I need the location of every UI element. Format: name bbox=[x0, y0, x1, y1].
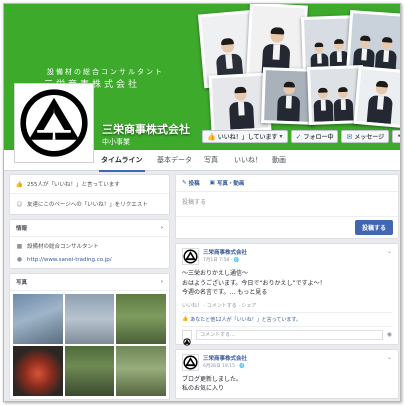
post-timestamp[interactable]: 7月1日 7:58 · 🌐 bbox=[203, 257, 247, 263]
briefcase-icon: ■ bbox=[16, 242, 23, 250]
sanei-logo bbox=[20, 89, 88, 157]
globe-icon: 🌐 bbox=[233, 258, 240, 263]
post-card: 三栄商事株式会社 7月1日 7:58 · 🌐 ⌄ ～三栄おりかえし通信～ おはよ… bbox=[175, 243, 399, 346]
left-column: 👍 255人が「いいね！」と言っています ☺ 友達にこのページへの「いいね！」を… bbox=[9, 174, 170, 401]
page-category[interactable]: 中小事業 bbox=[102, 137, 130, 147]
following-button[interactable]: ✓ フォロー中 bbox=[290, 130, 339, 143]
chevron-right-icon: › bbox=[160, 279, 163, 285]
photo-thumb[interactable] bbox=[64, 346, 115, 396]
tab-timeline[interactable]: タイムライン bbox=[99, 155, 145, 172]
tab-photos[interactable]: 写真 bbox=[204, 155, 218, 165]
more-icon: ••• bbox=[397, 133, 401, 140]
chevron-down-icon: ▾ bbox=[279, 133, 283, 140]
invite-friends-text: 友達にこのページへの「いいね！」をリクエスト bbox=[27, 202, 148, 208]
post-header: 三栄商事株式会社 6月26日 19:15 · 🌐 ⌄ bbox=[182, 353, 392, 371]
cover-photo-woman bbox=[353, 65, 400, 129]
invite-icon: ☺ bbox=[16, 200, 23, 208]
post-author[interactable]: 三栄商事株式会社 bbox=[203, 248, 247, 256]
check-icon: ✓ bbox=[295, 132, 302, 141]
info-description-row: ■ 設備材の総合コンサルタント bbox=[10, 237, 169, 253]
photo-thumb[interactable] bbox=[116, 346, 166, 396]
chevron-right-icon: › bbox=[160, 225, 163, 231]
message-button-label: メッセージ bbox=[354, 134, 385, 141]
tab-about[interactable]: 基本データ bbox=[157, 155, 192, 165]
camera-icon[interactable]: ◉ bbox=[387, 331, 392, 338]
post-card: 三栄商事株式会社 6月26日 19:15 · 🌐 ⌄ ブログ更新しました。 私の… bbox=[175, 348, 399, 399]
photos-grid bbox=[10, 291, 169, 399]
info-card: 情報 › ■ 設備材の総合コンサルタント ● http://www.sanei-… bbox=[9, 219, 170, 269]
sanei-logo bbox=[183, 337, 191, 346]
post-line[interactable]: 今週の名言です。… もっと見る bbox=[182, 288, 392, 298]
page-frame: 設備材の総合コンサルタント 三栄商事株式会社 中小事業 👍 いいね！」しています… bbox=[3, 3, 401, 402]
composer-tab-post-label: 投稿 bbox=[188, 181, 200, 187]
thumbs-up-icon: 👍 bbox=[207, 132, 216, 141]
globe-icon: 🌐 bbox=[239, 363, 245, 369]
pencil-icon: ✎ bbox=[182, 180, 187, 186]
tab-likes[interactable]: いいね！ bbox=[234, 155, 262, 165]
sanei-logo bbox=[183, 249, 198, 264]
photo-thumb[interactable] bbox=[116, 294, 166, 344]
composer-card: ✎ 投稿 ▣ 写真・動画 投稿する 投稿する bbox=[175, 174, 399, 239]
info-header[interactable]: 情報 › bbox=[10, 220, 169, 237]
composer-footer: 投稿する bbox=[176, 216, 398, 238]
post-line: 私のお気に入り bbox=[182, 385, 225, 392]
post-likes-text: あなたと他12人が「いいね！」と言っています。 bbox=[190, 316, 301, 323]
post-author[interactable]: 三栄商事株式会社 bbox=[203, 354, 247, 362]
like-icon: 👍 bbox=[15, 180, 24, 188]
comment-row: コメントする... ◉ bbox=[182, 327, 392, 346]
photos-header-label: 写真 bbox=[16, 280, 28, 286]
page-title[interactable]: 三栄商事株式会社 bbox=[102, 121, 190, 137]
composer-tabs: ✎ 投稿 ▣ 写真・動画 bbox=[176, 175, 398, 192]
post-author-avatar[interactable] bbox=[182, 248, 199, 265]
tab-videos[interactable]: 動画 bbox=[272, 155, 286, 165]
photos-header[interactable]: 写真 › bbox=[10, 274, 169, 291]
cover-actions: 👍 いいね！」しています ▾ ✓ フォロー中 ✉ メッセージ ••• bbox=[202, 130, 401, 143]
post-line: ブログ更新しました。 bbox=[182, 375, 243, 383]
likes-card: 👍 255人が「いいね！」と言っています ☺ 友達にこのページへの「いいね！」を… bbox=[9, 174, 170, 215]
likes-count-row[interactable]: 👍 255人が「いいね！」と言っています bbox=[10, 175, 169, 194]
photo-thumb[interactable] bbox=[64, 294, 115, 344]
profile-picture[interactable] bbox=[14, 83, 94, 163]
invite-friends-row[interactable]: ☺ 友達にこのページへの「いいね！」をリクエスト bbox=[10, 194, 169, 214]
post-header: 三栄商事株式会社 7月1日 7:58 · 🌐 ⌄ bbox=[182, 248, 392, 265]
photo-thumb[interactable] bbox=[13, 346, 63, 396]
cover-tagline: 設備材の総合コンサルタント bbox=[47, 68, 164, 76]
globe-icon: ● bbox=[16, 256, 23, 263]
photos-card: 写真 › bbox=[9, 273, 170, 400]
post-submit-button[interactable]: 投稿する bbox=[354, 220, 393, 235]
post-author-avatar[interactable] bbox=[182, 353, 199, 371]
post-body: ～三栄おりかえし通信～ おはようございます。今日で“おりかえし”ですよ～！ 今週… bbox=[182, 269, 392, 298]
composer-tab-post[interactable]: ✎ 投稿 bbox=[182, 179, 200, 187]
photo-thumb[interactable] bbox=[13, 294, 63, 344]
sanei-logo bbox=[183, 354, 198, 370]
website-link[interactable]: http://www.sanei-trading.co.jp/ bbox=[27, 257, 112, 263]
likes-count-text: 255人が「いいね！」と言っています bbox=[27, 182, 120, 188]
message-button[interactable]: ✉ メッセージ bbox=[341, 130, 390, 143]
comment-input[interactable]: コメントする... bbox=[196, 329, 383, 340]
post-body: ブログ更新しました。 私のお気に入り bbox=[182, 375, 392, 394]
post-line: おはようございます。今日で“おりかえし”ですよ～！ bbox=[182, 279, 326, 287]
info-header-label: 情報 bbox=[16, 226, 28, 232]
post-line: ～三栄おりかえし通信～ bbox=[182, 270, 249, 277]
composer-tab-photo[interactable]: ▣ 写真・動画 bbox=[210, 179, 245, 187]
post-timestamp[interactable]: 6月26日 19:15 · 🌐 bbox=[203, 363, 247, 369]
composer-input[interactable]: 投稿する bbox=[176, 192, 398, 216]
liked-button-label: いいね！」しています bbox=[217, 134, 278, 141]
post-options-chevron-icon[interactable]: ⌄ bbox=[387, 248, 392, 255]
liked-button[interactable]: 👍 いいね！」しています ▾ bbox=[202, 130, 288, 143]
commenter-avatar bbox=[182, 329, 192, 346]
message-icon: ✉ bbox=[346, 132, 353, 141]
following-button-label: フォロー中 bbox=[303, 134, 334, 141]
thumbs-up-icon: 👍 bbox=[182, 316, 189, 322]
post-options-chevron-icon[interactable]: ⌄ bbox=[387, 354, 392, 361]
cover-photo-collage bbox=[196, 4, 400, 150]
info-description: 設備材の総合コンサルタント bbox=[27, 244, 99, 250]
more-button[interactable]: ••• bbox=[392, 130, 401, 143]
post-likes-summary[interactable]: 👍 あなたと他12人が「いいね！」と言っています。 bbox=[182, 313, 392, 327]
composer-tab-photo-label: 写真・動画 bbox=[216, 181, 245, 187]
website-row: ● http://www.sanei-trading.co.jp/ bbox=[10, 253, 169, 268]
post-actions[interactable]: いいね！ · コメントする · シェア bbox=[182, 298, 392, 313]
camera-icon: ▣ bbox=[209, 180, 215, 186]
right-column: ✎ 投稿 ▣ 写真・動画 投稿する 投稿する 三栄商事株式会社 7月1日 7:5… bbox=[175, 174, 399, 401]
